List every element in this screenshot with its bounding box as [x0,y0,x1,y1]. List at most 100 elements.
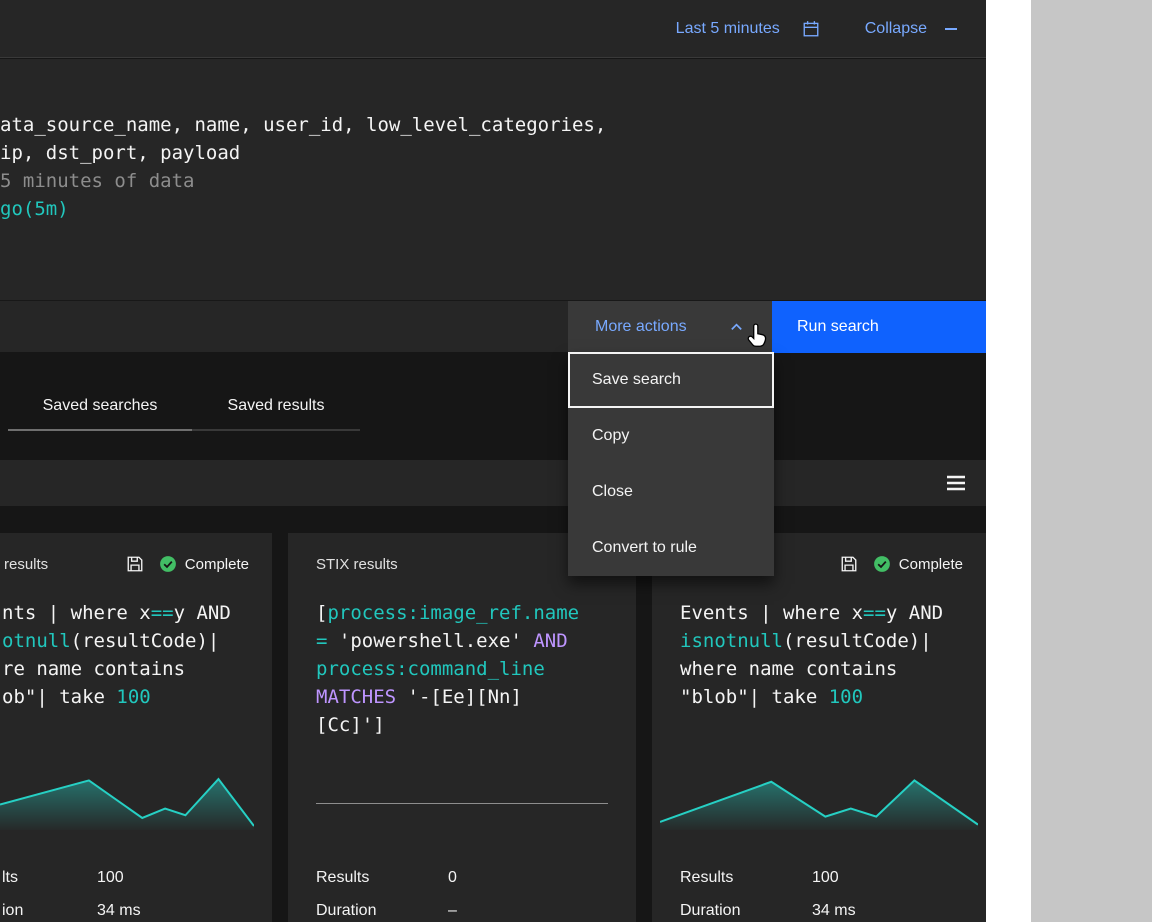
checkmark-filled-icon [159,555,177,573]
code-line: "blob"| take 100 [680,683,970,711]
code-line: re name contains [2,655,256,683]
result-card[interactable]: results Complete nts | where x==y ANDotn… [0,533,272,922]
code-token: AND [533,630,567,652]
card-query-code: Events | where x==y AND isnotnull(resultC… [680,599,970,711]
menu-item-label: Convert to rule [592,539,697,557]
code-token: go(5m) [0,198,69,220]
collapse-label: Collapse [865,20,927,38]
code-line: Events | where x==y AND [680,599,970,627]
code-token: y AND [174,602,231,624]
card-query-code: nts | where x==y ANDotnull(resultCode)|r… [2,599,256,711]
menu-item-convert-to-rule[interactable]: Convert to rule [568,520,774,576]
menu-item-save-search[interactable]: Save search [568,352,774,408]
result-cards: results Complete nts | where x==y ANDotn… [0,533,986,922]
card-metrics: lts 100 ion 34 ms [2,869,248,922]
code-token: where name contains [680,658,897,680]
tab-saved-results[interactable]: Saved results [192,362,360,431]
code-token: re name contains [2,658,185,680]
code-token: Events | where x [680,602,863,624]
card-metrics: Results 0 Duration – [316,869,612,922]
app-window: Last 5 minutes Collapse ata_source_name,… [0,0,986,922]
results-sparkline [660,763,978,830]
metric-label: lts [2,869,97,891]
code-token: y AND [886,602,943,624]
result-card[interactable]: STIX results [process:image_ref.name= 'p… [288,533,636,922]
card-header: results Complete [4,553,249,575]
code-token: (resultCode)| [783,630,932,652]
code-token: MATCHES [316,686,396,708]
code-token: ip, dst_port, payload [0,142,240,164]
calendar-icon [802,20,820,38]
save-icon[interactable] [126,555,144,573]
code-line: [Cc]'] [316,711,620,739]
query-code: ata_source_name, name, user_id, low_leve… [0,111,986,223]
code-line: = 'powershell.exe' AND [316,627,620,655]
code-line: nts | where x==y AND [2,599,256,627]
code-token: nts | where x [2,602,151,624]
code-line: ata_source_name, name, user_id, low_leve… [0,111,986,139]
card-status: Complete [126,555,249,573]
collapse-control[interactable]: Collapse [865,20,959,38]
menu-item-copy[interactable]: Copy [568,408,774,464]
metric-row: Duration 34 ms [680,902,962,922]
code-token: 100 [829,686,863,708]
card-status: Complete [840,555,963,573]
metric-row: Duration – [316,902,612,922]
code-line: [process:image_ref.name [316,599,620,627]
empty-chart-baseline [316,803,608,804]
metric-label: Results [316,869,448,891]
result-card[interactable]: Complete Events | where x==y AND isnotnul… [652,533,986,922]
query-editor[interactable]: ata_source_name, name, user_id, low_leve… [0,59,986,300]
metric-row: Results 0 [316,869,612,891]
status-badge: Complete [159,555,249,573]
code-token: == [151,602,174,624]
status-badge: Complete [873,555,963,573]
code-token: = [316,630,339,652]
metric-value: 0 [448,869,457,891]
tab-saved-results-label: Saved results [228,397,325,415]
code-token: "blob"| take [680,686,829,708]
code-token: process:image_ref.name [327,602,579,624]
card-metrics: Results 100 Duration 34 ms [680,869,962,922]
metric-value: – [448,902,457,922]
metric-label: Results [680,869,812,891]
metric-value: 100 [812,869,839,891]
more-actions-button[interactable]: More actions [568,301,772,353]
top-bar: Last 5 minutes Collapse [0,0,986,58]
checkmark-filled-icon [873,555,891,573]
code-line: process:command_line [316,655,620,683]
status-label: Complete [185,556,249,573]
code-token: (resultCode)| [71,630,220,652]
code-line: where name contains [680,655,970,683]
metric-label: Duration [680,902,812,922]
code-token: [ [316,602,327,624]
rows-icon[interactable] [946,473,966,493]
time-range-control[interactable]: Last 5 minutes [676,20,820,38]
metric-value: 34 ms [812,902,856,922]
more-actions-label: More actions [595,318,687,336]
menu-item-close[interactable]: Close [568,464,774,520]
code-line: ob"| take 100 [2,683,256,711]
tab-saved-searches[interactable]: Saved searches [8,362,192,431]
menu-item-label: Copy [592,427,629,445]
code-token: 5 minutes of data [0,170,194,192]
metric-value: 100 [97,869,124,891]
menu-item-label: Save search [592,371,681,389]
code-token: 100 [116,686,150,708]
save-icon[interactable] [840,555,858,573]
code-token: ata_source_name, name, user_id, low_leve… [0,114,606,136]
metric-label: Duration [316,902,448,922]
page-gutter [986,0,1031,922]
more-actions-menu: Save search Copy Close Convert to rule [568,352,774,576]
code-line: 5 minutes of data [0,167,986,195]
chevron-up-icon [729,320,744,335]
code-token: 'powershell.exe' [339,630,533,652]
subtract-icon [943,21,959,37]
metric-row: ion 34 ms [2,902,248,922]
code-token: isnotnull [680,630,783,652]
run-search-button[interactable]: Run search [772,301,986,353]
code-token: '-[Ee][Nn] [396,686,522,708]
code-line: otnull(resultCode)| [2,627,256,655]
desktop-background [1031,0,1152,922]
tab-saved-searches-label: Saved searches [43,397,158,415]
